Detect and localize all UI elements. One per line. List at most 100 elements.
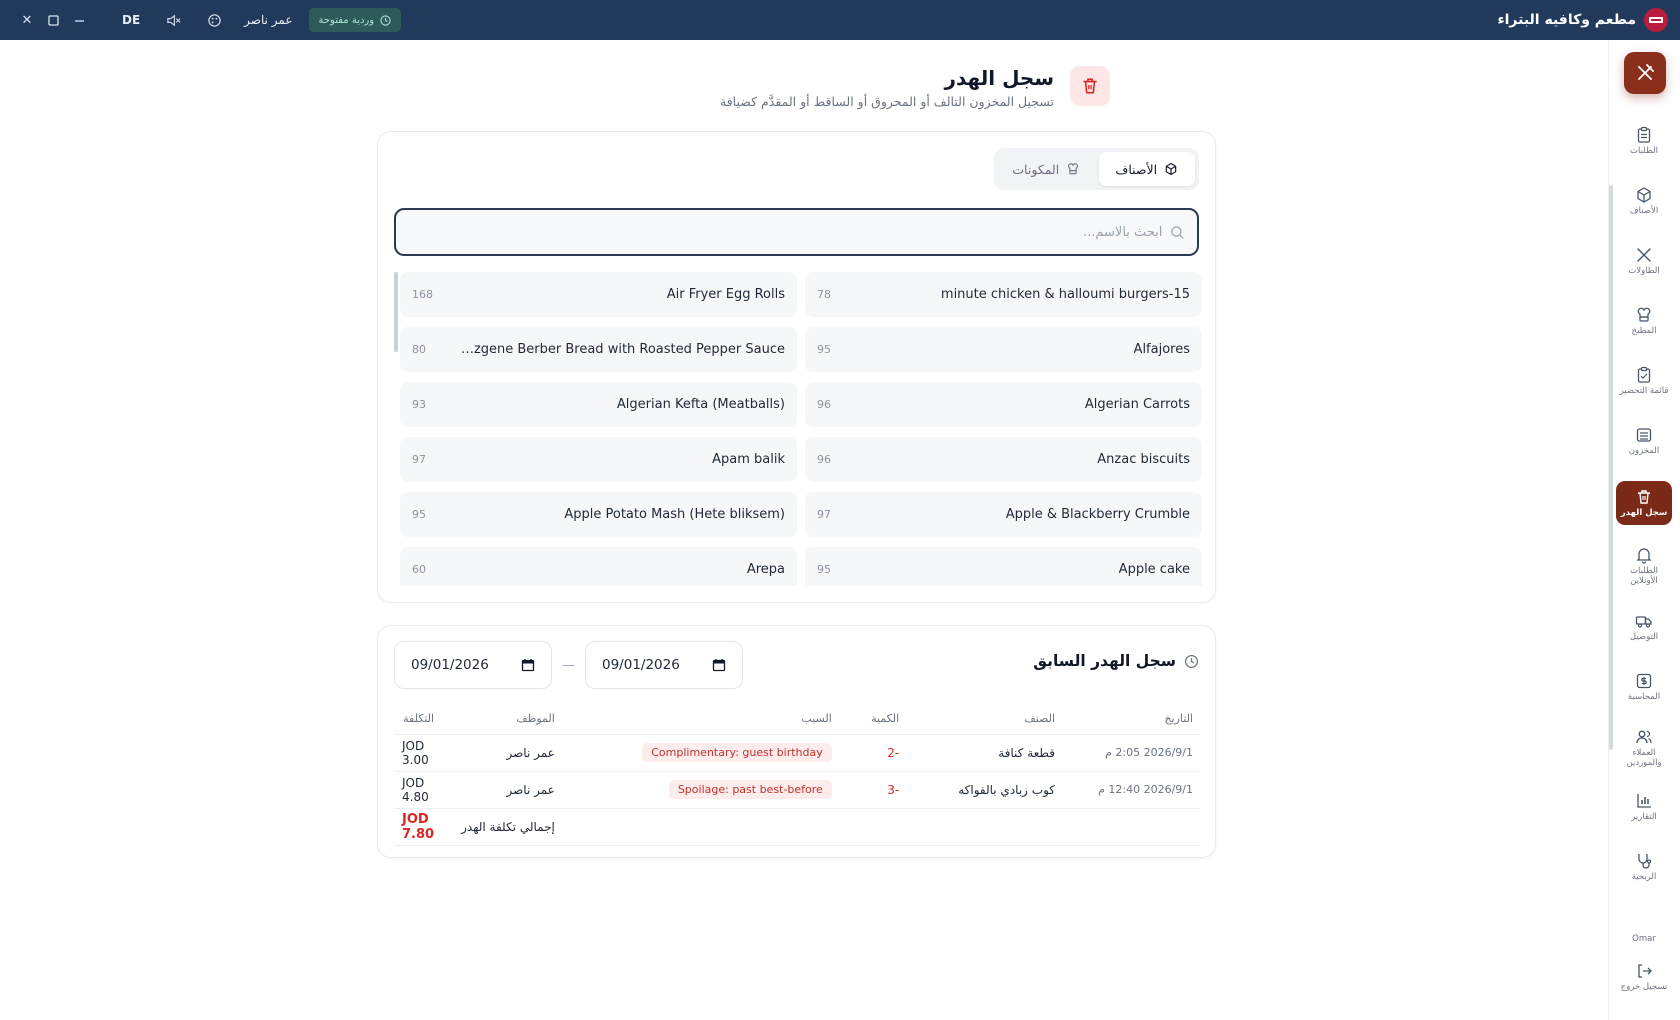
row-reason: Complimentary: guest birthday [562,734,840,772]
row-item: قطعة كنافة [907,734,1063,772]
sidebar-item-customers-suppliers[interactable]: العملاء والموردين [1616,728,1672,769]
close-window-button[interactable]: ✕ [14,7,40,33]
item-name: Apple Potato Mash (Hete bliksem) [564,507,785,522]
waste-item-picker: الأصناف المكونات Air Fryer Egg Rolls 168 … [377,131,1216,603]
sidebar-item-kitchen[interactable]: المطبخ [1616,306,1672,337]
clipboard-icon [1637,126,1651,143]
calendar-icon[interactable] [521,658,535,672]
item-card[interactable]: Apam balik 97 [400,437,797,482]
dollar-icon [1636,673,1652,689]
sidebar-item-label: الطلبات [1630,146,1658,156]
sidebar-item-reports[interactable]: التقارير [1616,792,1672,823]
search-icon [1171,225,1185,239]
trash-icon [1070,66,1110,106]
maximize-window-button[interactable] [40,7,66,33]
search-input[interactable] [408,224,1163,240]
minimize-window-button[interactable] [66,7,92,33]
sidebar-item-label: المحاسبة [1627,692,1661,702]
item-grid: Air Fryer Egg Rolls 168 15-minute chicken… [400,272,1202,586]
waste-history-table: التاريخ الصنف الكمية السبب الموظف التكلف… [394,704,1201,846]
clock-icon [380,14,391,26]
item-grid-viewport: Air Fryer Egg Rolls 168 15-minute chicken… [378,270,1217,586]
shift-status-badge[interactable]: وردية مفتوحة [308,8,402,32]
sidebar-scrollbar[interactable] [1609,185,1613,750]
row-date: 2026/9/1 12:40 م [1063,771,1201,809]
sidebar-item-online-orders[interactable]: الطلبات الأونلاين [1616,546,1672,587]
item-name: Anzac biscuits [1097,452,1190,467]
sidebar-item-label: قائمة التحضير [1619,386,1669,396]
sidebar-item-label: التقارير [1631,812,1657,822]
sidebar-item-label: الطلبات الأونلاين [1630,566,1658,586]
total-row: إجمالي تكلفة الهدر JOD 7.80 [394,808,1201,846]
row-reason: Spoilage: past best-before [562,771,840,809]
date-range: 09/01/2026 — 09/01/2026 [394,641,743,689]
bell-icon [1636,548,1652,564]
language-toggle[interactable]: DE [122,13,140,27]
tab-items-label: الأصناف [1115,161,1158,177]
sidebar-item-waste-log[interactable]: سجل الهدر [1616,481,1672,525]
shift-status-label: وردية مفتوحة [318,14,375,26]
item-card[interactable]: Bouzgene Berber Bread with Roasted Peppe… [400,327,797,372]
column-header-cost: التكلفة [394,704,443,735]
utensils-icon [1638,64,1654,80]
item-name: Apam balik [712,452,785,467]
sidebar-item-profitability[interactable]: الربحية [1616,852,1672,883]
sidebar-item-label: الأصناف [1629,206,1659,216]
logout-button[interactable]: تسجيل خروج [1616,962,1672,993]
item-card[interactable]: Anzac biscuits 96 [805,437,1202,482]
sidebar: الطلبات الأصناف الطاولات المطبخ قائمة ال… [1608,40,1680,1020]
item-name: 15-minute chicken & halloumi burgers [940,287,1190,302]
item-name: Algerian Kefta (Meatballs) [616,397,785,412]
table-row: 2026/9/1 12:40 م كوب زبادي بالفواكه -3 S… [394,771,1201,809]
item-card[interactable]: Apple Potato Mash (Hete bliksem) 95 [400,492,797,537]
stethoscope-icon [1638,854,1652,869]
date-to-input[interactable]: 09/01/2026 [585,641,743,689]
search-box [394,208,1199,256]
sidebar-item-orders[interactable]: الطلبات [1616,126,1672,157]
mute-icon[interactable] [166,13,181,28]
item-name: Alfajores [1133,342,1190,357]
sidebar-item-label: العملاء والموردين [1626,748,1662,768]
new-order-fab[interactable] [1624,52,1666,94]
item-count: 168 [412,288,433,301]
item-card[interactable]: Arepa 60 [400,547,797,586]
sidebar-item-tables[interactable]: الطاولات [1616,246,1672,277]
item-card[interactable]: Algerian Kefta (Meatballs) 93 [400,382,797,427]
sidebar-item-inventory[interactable]: المخزون [1616,426,1672,457]
item-count: 96 [817,398,831,411]
item-name: Bouzgene Berber Bread with Roasted Peppe… [455,342,785,357]
item-count: 60 [412,563,426,576]
date-from-value: 09/01/2026 [411,657,489,673]
row-quantity: -2 [839,734,908,772]
users-icon [1636,730,1652,744]
item-card[interactable]: Air Fryer Egg Rolls 168 [400,272,797,317]
sidebar-item-items[interactable]: الأصناف [1616,186,1672,217]
item-card[interactable]: Apple & Blackberry Crumble 97 [805,492,1202,537]
reason-badge: Complimentary: guest birthday [642,743,832,762]
date-from-input[interactable]: 09/01/2026 [394,641,552,689]
item-count: 95 [817,343,831,356]
truck-icon [1635,616,1652,628]
date-to-value: 09/01/2026 [602,657,680,673]
app-logo [1644,8,1668,32]
item-count: 80 [412,343,426,356]
item-name: Apple cake [1118,562,1190,577]
calendar-icon[interactable] [712,658,726,672]
bar-chart-icon [1637,794,1651,808]
item-count: 95 [817,563,831,576]
item-card[interactable]: Alfajores 95 [805,327,1202,372]
sidebar-item-label: سجل الهدر [1620,508,1668,518]
palette-icon[interactable] [207,13,222,28]
sidebar-item-label: المطبخ [1631,326,1657,336]
item-card[interactable]: 15-minute chicken & halloumi burgers 78 [805,272,1202,317]
item-card[interactable]: Algerian Carrots 96 [805,382,1202,427]
page-title: سجل الهدر [944,66,1054,90]
tab-items[interactable]: الأصناف [1098,152,1195,186]
sidebar-item-accounting[interactable]: المحاسبة [1616,672,1672,703]
total-label: إجمالي تكلفة الهدر [442,808,563,846]
sidebar-item-prep-list[interactable]: قائمة التحضير [1616,366,1672,397]
sidebar-item-delivery[interactable]: التوصيل [1616,612,1672,643]
item-card[interactable]: Apple cake 95 [805,547,1202,586]
logout-icon [1638,964,1652,978]
tab-ingredients[interactable]: المكونات [998,152,1095,186]
